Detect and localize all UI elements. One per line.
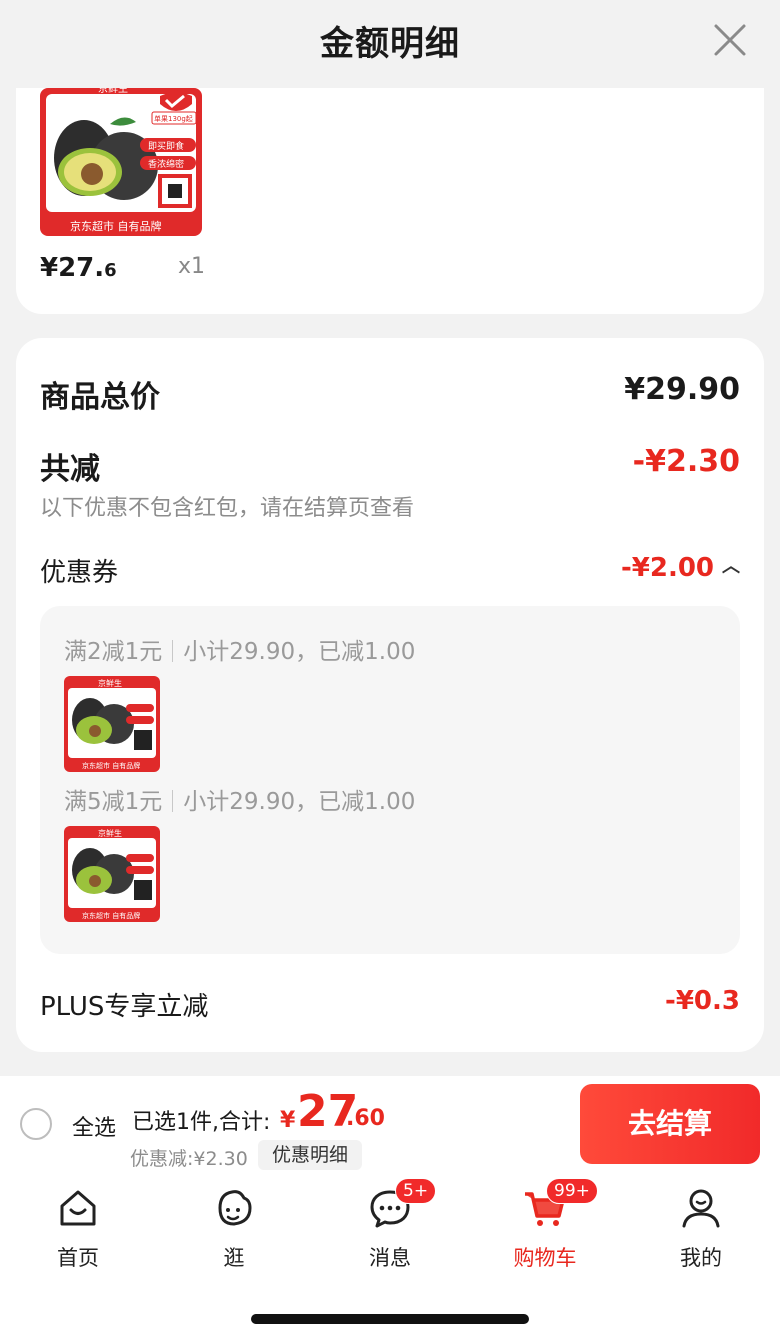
coupon-item: 满5减1元 小计29.90，已减1.00: [64, 782, 415, 816]
svg-text:京鲜生: 京鲜生: [98, 678, 122, 688]
coupon-product-image[interactable]: 京鲜生 京东超市 自有品牌: [64, 826, 160, 922]
checkout-button[interactable]: 去结算: [580, 1084, 760, 1164]
total-reduce-value: -¥2.30: [632, 444, 740, 479]
tab-message[interactable]: 5+ 消息: [335, 1178, 445, 1272]
close-icon: [714, 24, 746, 56]
close-button[interactable]: [710, 20, 750, 60]
coupon-label: 优惠券: [40, 558, 119, 588]
coupon-detail: 小计29.90，已减1.00: [183, 789, 416, 815]
coupon-item: 满2减1元 小计29.90，已减1.00: [64, 632, 415, 666]
plus-reduce-label: PLUS专享立减: [40, 992, 209, 1022]
svg-text:香浓绵密: 香浓绵密: [148, 158, 184, 170]
discount-detail-button[interactable]: 优惠明细: [258, 1140, 362, 1170]
svg-text:京东超市 自有品牌: 京东超市 自有品牌: [82, 911, 140, 920]
page-title: 金额明细: [320, 24, 460, 64]
discount-text: 优惠减:¥2.30: [130, 1148, 248, 1170]
plus-reduce-row: PLUS专享立减 -¥0.3: [40, 986, 740, 1022]
coupon-rule: 满2减1元: [64, 639, 163, 665]
thumb-footer: 京东超市 自有品牌: [70, 219, 162, 233]
product-quantity: x1: [178, 254, 206, 279]
total-price-label: 商品总价: [40, 380, 160, 415]
checkout-bar: 全选 已选1件,合计: ¥ 27 .60 优惠减:¥2.30 优惠明细 去结算: [0, 1076, 780, 1176]
tab-home[interactable]: 首页: [23, 1182, 133, 1272]
product-card: 京鲜生 单果130g起 即买即食 香浓绵密 京东超市 自有品牌 ¥27.6 x1: [16, 88, 764, 314]
message-badge: 5+: [395, 1178, 437, 1204]
home-indicator: [251, 1314, 529, 1324]
total-amount-dec: .60: [346, 1106, 385, 1131]
chevron-up-icon[interactable]: ︿: [722, 552, 740, 578]
plus-reduce-value: -¥0.3: [665, 986, 740, 1016]
product-image[interactable]: 京鲜生 单果130g起 即买即食 香浓绵密 京东超市 自有品牌: [40, 88, 202, 236]
total-reduce-row: 共减 -¥2.30: [40, 444, 740, 487]
reduce-note: 以下优惠不包含红包，请在结算页查看: [40, 496, 415, 521]
coupon-detail-box: 满2减1元 小计29.90，已减1.00 京鲜生 京东超市 自有品牌 满5减1元小…: [40, 606, 740, 954]
svg-text:单果130g起: 单果130g起: [154, 114, 193, 123]
tab-bar: 首页 逛 5+ 消息 99+ 购物车 我的: [0, 1176, 780, 1340]
coupon-detail: 小计29.90，已减1.00: [183, 639, 416, 665]
product-price: ¥27.6: [40, 253, 117, 283]
home-icon: [60, 1190, 96, 1226]
coupon-product-image[interactable]: 京鲜生 京东超市 自有品牌: [64, 676, 160, 772]
select-all-label[interactable]: 全选: [72, 1110, 116, 1142]
coupon-rule: 满5减1元: [64, 789, 163, 815]
tab-browse[interactable]: 逛: [179, 1182, 289, 1272]
total-price-value: ¥29.90: [624, 372, 740, 407]
tab-profile[interactable]: 我的: [646, 1182, 756, 1272]
total-reduce-label: 共减: [40, 452, 100, 487]
profile-icon: [682, 1189, 720, 1228]
cart-badge: 99+: [546, 1178, 598, 1204]
total-currency: ¥: [280, 1108, 296, 1133]
browse-icon: [218, 1190, 252, 1226]
tab-cart[interactable]: 99+ 购物车: [490, 1178, 600, 1272]
coupon-row[interactable]: 优惠券 -¥2.00 ︿: [40, 552, 740, 588]
total-price-row: 商品总价 ¥29.90: [40, 372, 740, 415]
svg-text:即买即食: 即买即食: [148, 140, 184, 152]
svg-text:京东超市 自有品牌: 京东超市 自有品牌: [82, 761, 140, 770]
thumb-brand: 京鲜生: [98, 88, 128, 95]
coupon-value: -¥2.00 ︿: [620, 552, 740, 583]
header: 金额明细: [0, 0, 780, 88]
amount-details-card: 商品总价 ¥29.90 共减 -¥2.30 以下优惠不包含红包，请在结算页查看 …: [16, 338, 764, 1052]
selected-info: 已选1件,合计:: [132, 1110, 271, 1135]
svg-text:京鲜生: 京鲜生: [98, 828, 122, 838]
select-all-checkbox[interactable]: [20, 1108, 52, 1140]
